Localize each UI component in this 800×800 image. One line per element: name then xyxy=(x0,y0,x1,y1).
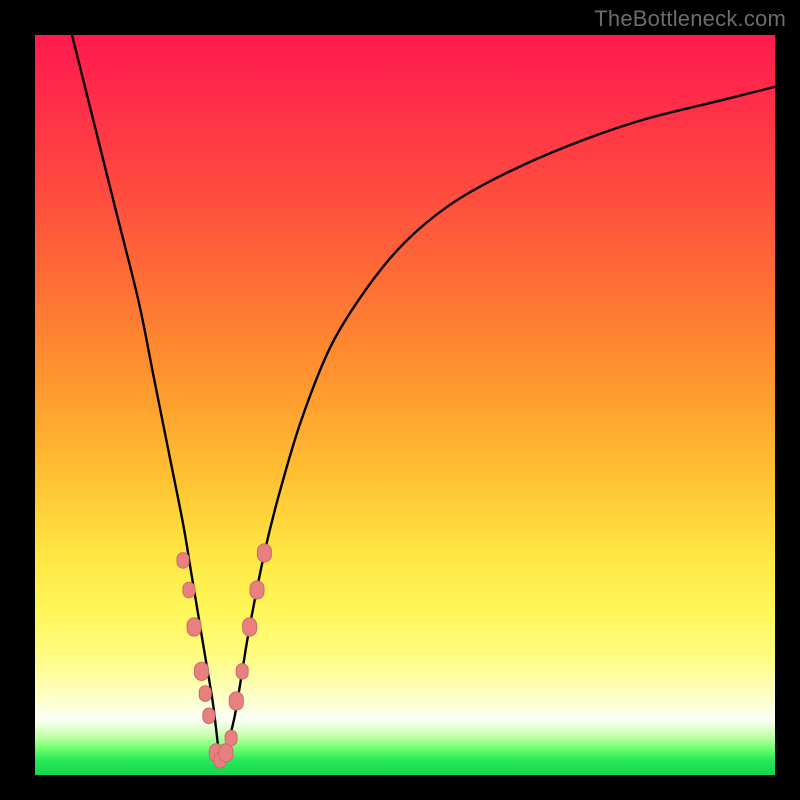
curve-marker xyxy=(250,581,264,599)
curve-marker xyxy=(187,618,201,636)
curve-marker xyxy=(203,708,215,724)
curve-marker xyxy=(219,744,233,762)
bottleneck-curve xyxy=(72,35,775,763)
curve-marker xyxy=(199,686,211,702)
curve-marker xyxy=(225,730,237,746)
bottleneck-curve-path xyxy=(72,35,775,763)
curve-marker xyxy=(195,662,209,680)
curve-marker xyxy=(229,692,243,710)
curve-marker xyxy=(177,553,189,569)
curve-marker xyxy=(236,664,248,680)
curve-marker xyxy=(257,544,271,562)
watermark-text: TheBottleneck.com xyxy=(594,6,786,32)
curve-layer xyxy=(35,35,775,775)
curve-marker xyxy=(183,582,195,598)
plot-area xyxy=(35,35,775,775)
curve-marker xyxy=(243,618,257,636)
chart-frame: TheBottleneck.com xyxy=(0,0,800,800)
